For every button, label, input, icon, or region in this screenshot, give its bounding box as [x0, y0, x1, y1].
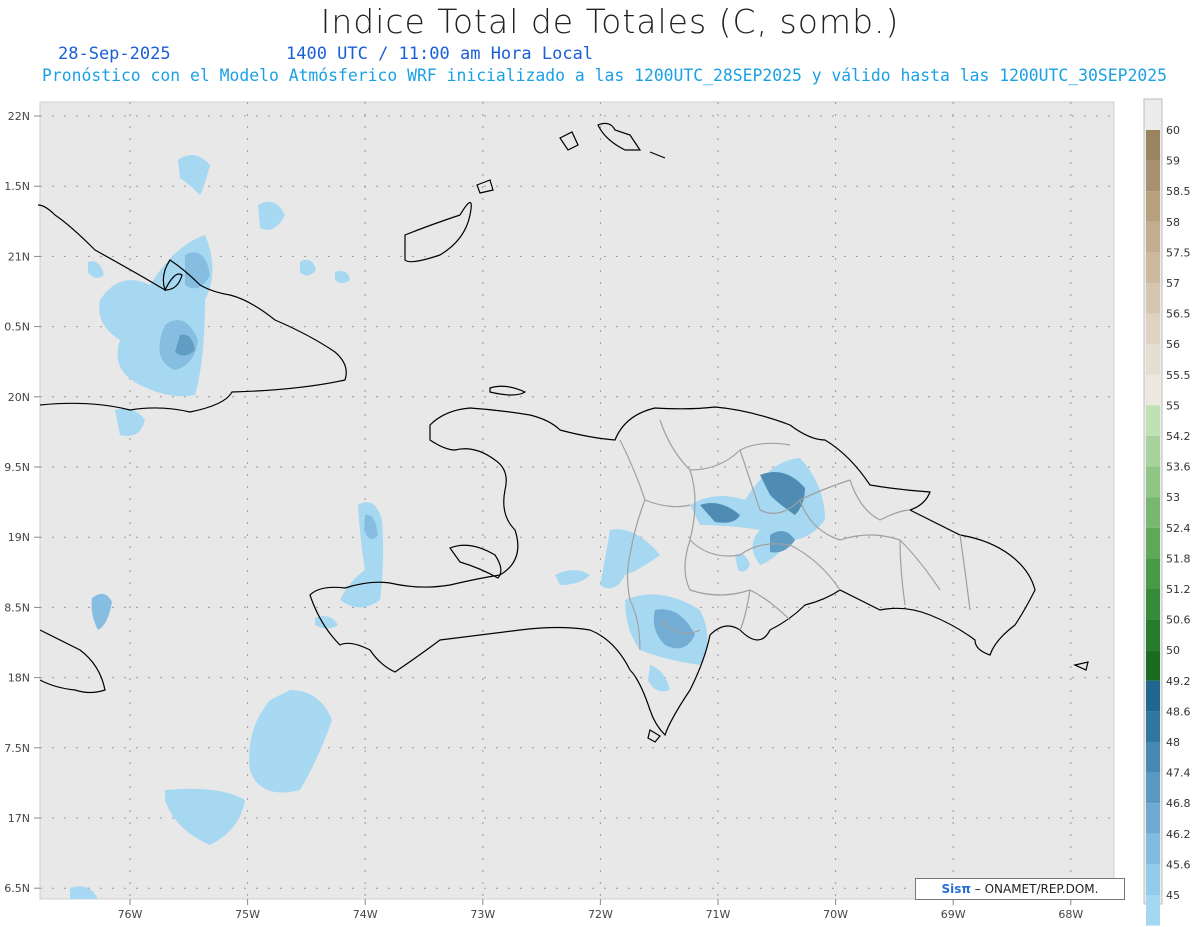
colorbar-label: 53.6 [1166, 461, 1191, 474]
colorbar-label: 58.5 [1166, 185, 1191, 198]
colorbar-label: 50 [1166, 644, 1180, 657]
lon-label: 72W [588, 908, 613, 921]
lon-label: 70W [823, 908, 848, 921]
lat-label: 18N [8, 672, 30, 685]
colorbar-swatch [1146, 833, 1160, 865]
lat-label: 19N [8, 531, 30, 544]
lon-label: 75W [235, 908, 260, 921]
credit-box: Sisπ – ONAMET/REP.DOM. [915, 878, 1125, 900]
colorbar-swatch [1146, 742, 1160, 773]
credit-text: – ONAMET/REP.DOM. [974, 882, 1099, 896]
lat-label: 21N [8, 250, 30, 263]
lon-label: 73W [470, 908, 495, 921]
colorbar-swatch [1146, 589, 1160, 620]
lat-label: 1.5N [4, 180, 30, 193]
colorbar-label: 48 [1166, 736, 1180, 749]
colorbar-label: 49.2 [1166, 675, 1191, 688]
colorbar-label: 54.2 [1166, 430, 1191, 443]
colorbar-label: 60 [1166, 124, 1180, 137]
colorbar-label: 57 [1166, 277, 1180, 290]
colorbar-swatch [1146, 527, 1160, 559]
colorbar-swatch [1146, 466, 1160, 498]
colorbar-swatch [1146, 864, 1160, 895]
colorbar-label: 51.8 [1166, 552, 1191, 565]
colorbar-swatch [1146, 680, 1160, 712]
colorbar-label: 56.5 [1166, 308, 1191, 321]
colorbar-label: 46.2 [1166, 828, 1191, 841]
colorbar-swatch [1146, 558, 1160, 589]
colorbar-swatch [1146, 619, 1160, 651]
lon-label: 74W [353, 908, 378, 921]
lat-label: 9.5N [4, 461, 30, 474]
lat-label: 22N [8, 110, 30, 123]
colorbar-swatch [1146, 283, 1160, 314]
lat-label: 17N [8, 812, 30, 825]
colorbar-label: 55.5 [1166, 369, 1191, 382]
colorbar-label: 57.5 [1166, 246, 1191, 259]
longitude-labels: 76W 75W 74W 73W 72W 71W 70W 69W 68W [118, 899, 1083, 921]
lon-label: 69W [941, 908, 966, 921]
lon-label: 68W [1058, 908, 1083, 921]
map-figure: 22N 1.5N 21N 0.5N 20N 9.5N 19N 8.5N 18N 7.5N 17N 6.… [4, 98, 1191, 926]
colorbar-swatch [1146, 895, 1160, 926]
colorbar-swatch [1146, 252, 1160, 283]
colorbar-swatch [1146, 405, 1160, 436]
colorbar-label: 51.2 [1166, 583, 1191, 596]
colorbar-label: 53 [1166, 491, 1180, 504]
lat-label: 8.5N [4, 601, 30, 614]
colorbar-swatch [1146, 497, 1160, 528]
colorbar-label: 58 [1166, 216, 1180, 229]
colorbar-label: 50.6 [1166, 614, 1191, 627]
colorbar-label: 45.6 [1166, 858, 1191, 871]
colorbar-swatch [1146, 160, 1160, 192]
colorbar-swatch [1146, 221, 1160, 253]
latitude-labels: 22N 1.5N 21N 0.5N 20N 9.5N 19N 8.5N 18N 7.5N 17N 6.… [4, 110, 40, 895]
lat-label: 7.5N [4, 742, 30, 755]
colorbar-label: 45 [1166, 889, 1180, 902]
colorbar-swatch [1146, 374, 1160, 406]
colorbar-swatch [1146, 650, 1160, 681]
colorbar-swatch [1146, 803, 1160, 834]
lon-label: 76W [118, 908, 143, 921]
colorbar-label: 47.4 [1166, 767, 1191, 780]
colorbar-label: 55 [1166, 399, 1180, 412]
colorbar-swatch [1146, 313, 1160, 345]
colorbar-label: 59 [1166, 155, 1180, 168]
plot-area [39, 101, 1115, 900]
colorbar-swatch [1146, 711, 1160, 742]
lon-label: 71W [706, 908, 731, 921]
colorbar-label: 52.4 [1166, 522, 1191, 535]
colorbar: 60 59 58.5 58 57.5 57 56.5 56 55.5 55 54.2 53.6 53 52… [1143, 98, 1191, 926]
credit-brand: Sisπ [941, 882, 971, 896]
colorbar-label: 46.8 [1166, 797, 1191, 810]
colorbar-swatch [1146, 436, 1160, 467]
lat-label: 20N [8, 391, 30, 404]
colorbar-swatch [1146, 772, 1160, 804]
colorbar-label: 56 [1166, 338, 1180, 351]
colorbar-label: 48.6 [1166, 705, 1191, 718]
colorbar-swatch [1146, 130, 1160, 161]
colorbar-swatch [1146, 344, 1160, 375]
lat-label: 0.5N [4, 321, 30, 334]
colorbar-swatch [1146, 191, 1160, 222]
lat-label: 6.5N [4, 882, 30, 895]
